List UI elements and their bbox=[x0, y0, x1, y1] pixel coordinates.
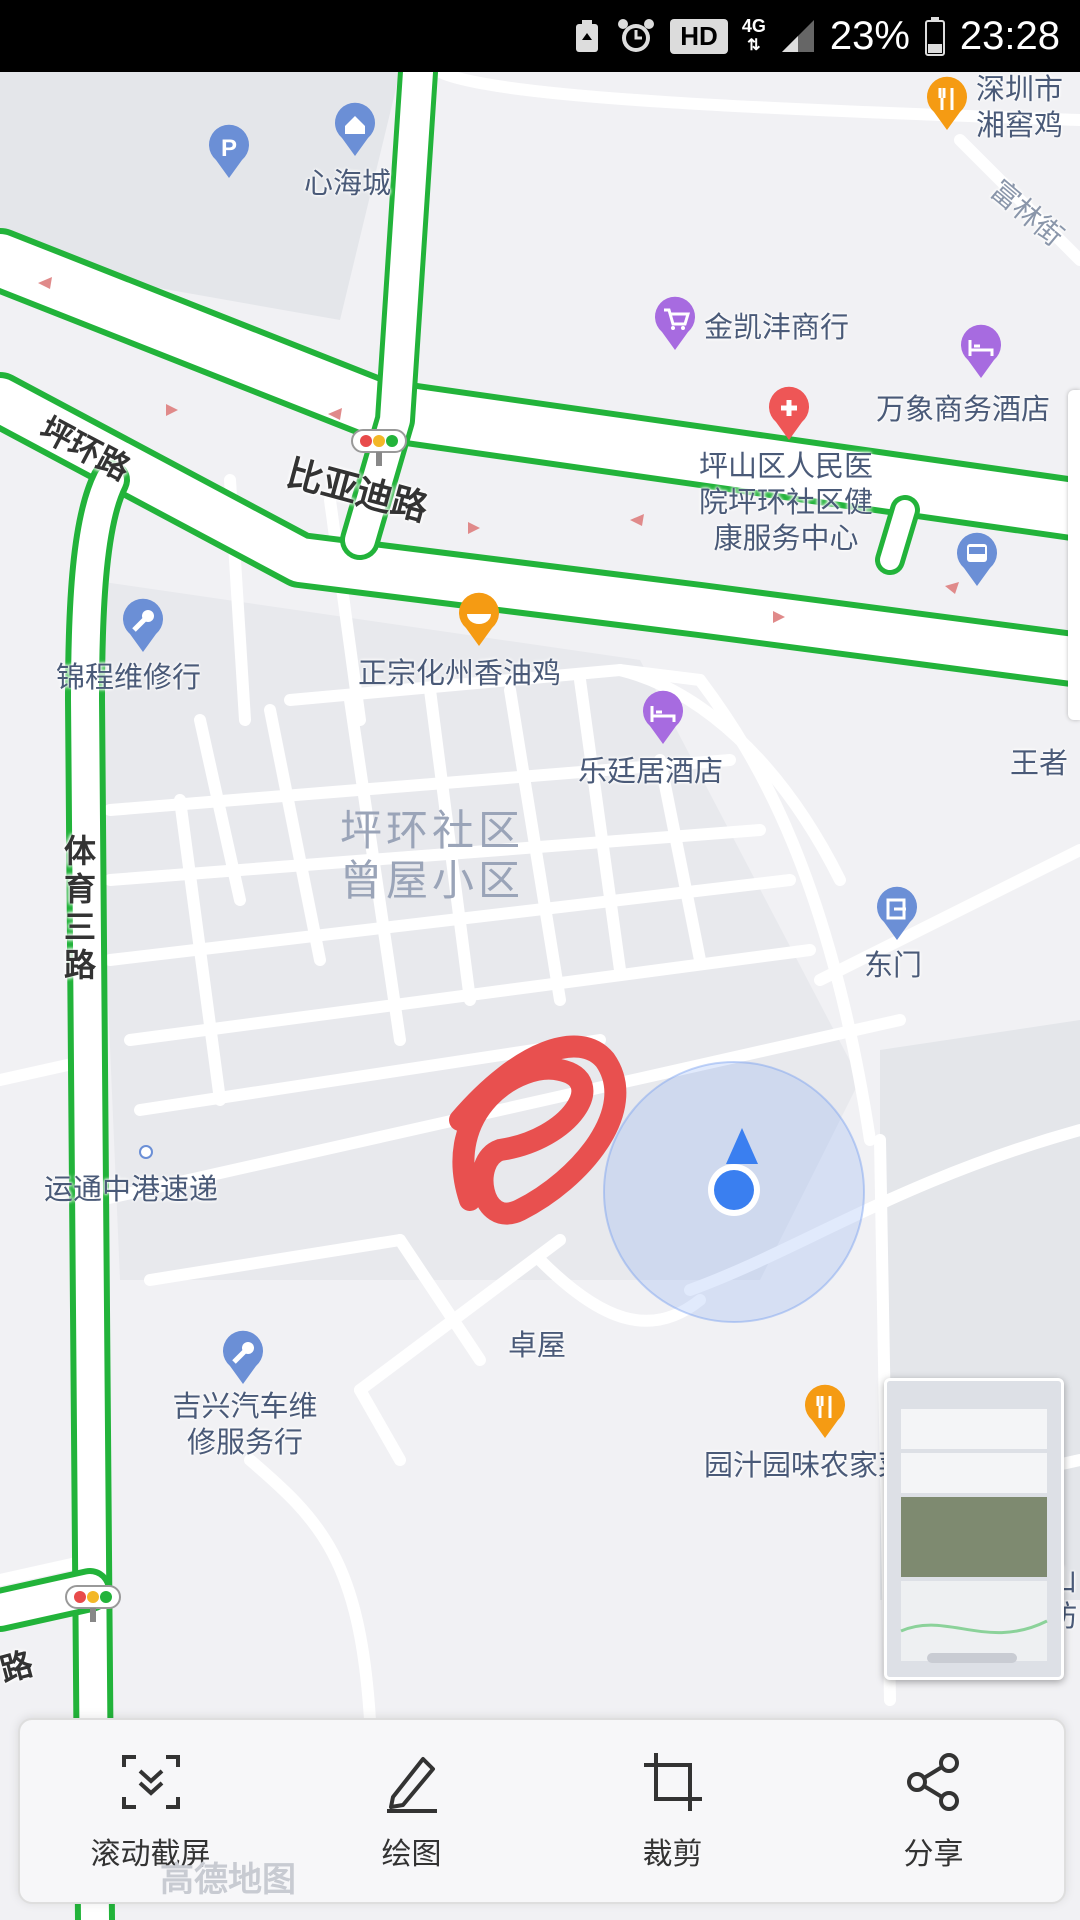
area-label: 坪环社区 曾屋小区 bbox=[340, 806, 524, 906]
share-label: 分享 bbox=[903, 1837, 964, 1872]
poi-label-hospital-l3: 康服务中心 bbox=[713, 521, 859, 555]
restaurant-icon-2[interactable] bbox=[802, 1384, 848, 1444]
building-icon[interactable] bbox=[332, 102, 378, 162]
restaurant-icon[interactable] bbox=[924, 76, 970, 136]
gate-icon[interactable] bbox=[874, 886, 920, 946]
poi-label-wanxiang[interactable]: 万象商务酒店 bbox=[876, 386, 1050, 428]
poi-label-xiangyao[interactable]: 湘窖鸡 bbox=[976, 102, 1063, 144]
draw-label: 绘图 bbox=[381, 1837, 442, 1872]
poi-label-jinkai[interactable]: 金凯沣商行 bbox=[704, 304, 849, 346]
poi-label-leting[interactable]: 乐廷居酒店 bbox=[578, 748, 723, 790]
status-bar: HD 4G ⇅ 23% 23:28 bbox=[0, 0, 1080, 72]
poi-label-dongmen[interactable]: 东门 bbox=[864, 942, 922, 984]
poi-label-hospital-l2: 院坪环社区健 bbox=[698, 485, 873, 519]
road-label-tiyu: 体育三路 bbox=[64, 832, 97, 984]
area-label-line1: 坪环社区 bbox=[340, 806, 525, 855]
network-type: 4G bbox=[741, 16, 766, 36]
scroll-capture-icon bbox=[121, 1755, 180, 1809]
share-button[interactable]: 分享 bbox=[834, 1749, 1034, 1873]
wrench-icon[interactable] bbox=[120, 598, 166, 658]
shopping-cart-icon[interactable] bbox=[652, 296, 698, 356]
poi-label-hospital-l1: 坪山区人民医 bbox=[698, 449, 873, 483]
draw-button[interactable]: 绘图 bbox=[312, 1749, 512, 1873]
poi-label-yuanzhi[interactable]: 园汁园味农家菜 bbox=[704, 1442, 907, 1484]
battery-percent: 23% bbox=[829, 13, 910, 58]
poi-label-jixing-l1: 吉兴汽车维 bbox=[172, 1389, 318, 1423]
screenshot-thumbnail[interactable] bbox=[884, 1378, 1064, 1680]
network-indicator: 4G ⇅ bbox=[741, 16, 766, 54]
crop-label: 裁剪 bbox=[642, 1837, 703, 1872]
parking-icon[interactable]: P bbox=[206, 124, 252, 184]
clock: 23:28 bbox=[959, 13, 1060, 58]
share-icon bbox=[906, 1753, 959, 1811]
amap-watermark: 高德地图 bbox=[160, 1860, 296, 1900]
crop-button[interactable]: 裁剪 bbox=[573, 1749, 773, 1873]
poi-label-yuntong[interactable]: 运通中港速递 bbox=[44, 1166, 218, 1208]
area-label-line2: 曾屋小区 bbox=[340, 856, 525, 905]
poi-label-xinhaicheng[interactable]: 心海城 bbox=[304, 160, 391, 202]
bus-stop-icon[interactable] bbox=[954, 532, 1000, 592]
poi-label-jixing-l2: 修服务行 bbox=[186, 1425, 303, 1459]
side-panel-handle[interactable] bbox=[1068, 390, 1080, 720]
battery-icon bbox=[924, 16, 946, 56]
poi-label-jixing[interactable]: 吉兴汽车维 修服务行 bbox=[150, 1388, 340, 1460]
alarm-icon bbox=[616, 16, 656, 56]
svg-text:P: P bbox=[221, 135, 237, 162]
poi-label-hospital[interactable]: 坪山区人民医 院坪环社区健 康服务中心 bbox=[676, 448, 896, 556]
hospital-icon[interactable] bbox=[766, 386, 812, 446]
crop-icon bbox=[643, 1753, 702, 1811]
hd-badge: HD bbox=[670, 18, 728, 54]
noodle-restaurant-icon[interactable] bbox=[456, 592, 502, 652]
small-dot-icon[interactable] bbox=[136, 1142, 156, 1166]
recycle-icon bbox=[572, 18, 602, 54]
pencil-icon bbox=[386, 1757, 437, 1813]
hotel-icon-2[interactable] bbox=[640, 690, 686, 750]
hotel-icon[interactable] bbox=[958, 324, 1004, 384]
wrench-icon-2[interactable] bbox=[220, 1330, 266, 1390]
poi-label-xiangyouji[interactable]: 正宗化州香油鸡 bbox=[358, 650, 561, 692]
signal-icon bbox=[780, 18, 816, 54]
poi-label-jincheng[interactable]: 锦程维修行 bbox=[56, 654, 201, 696]
poi-label-wangzhe[interactable]: 王者 bbox=[1010, 740, 1068, 782]
poi-label-zhuowu[interactable]: 卓屋 bbox=[508, 1322, 566, 1364]
